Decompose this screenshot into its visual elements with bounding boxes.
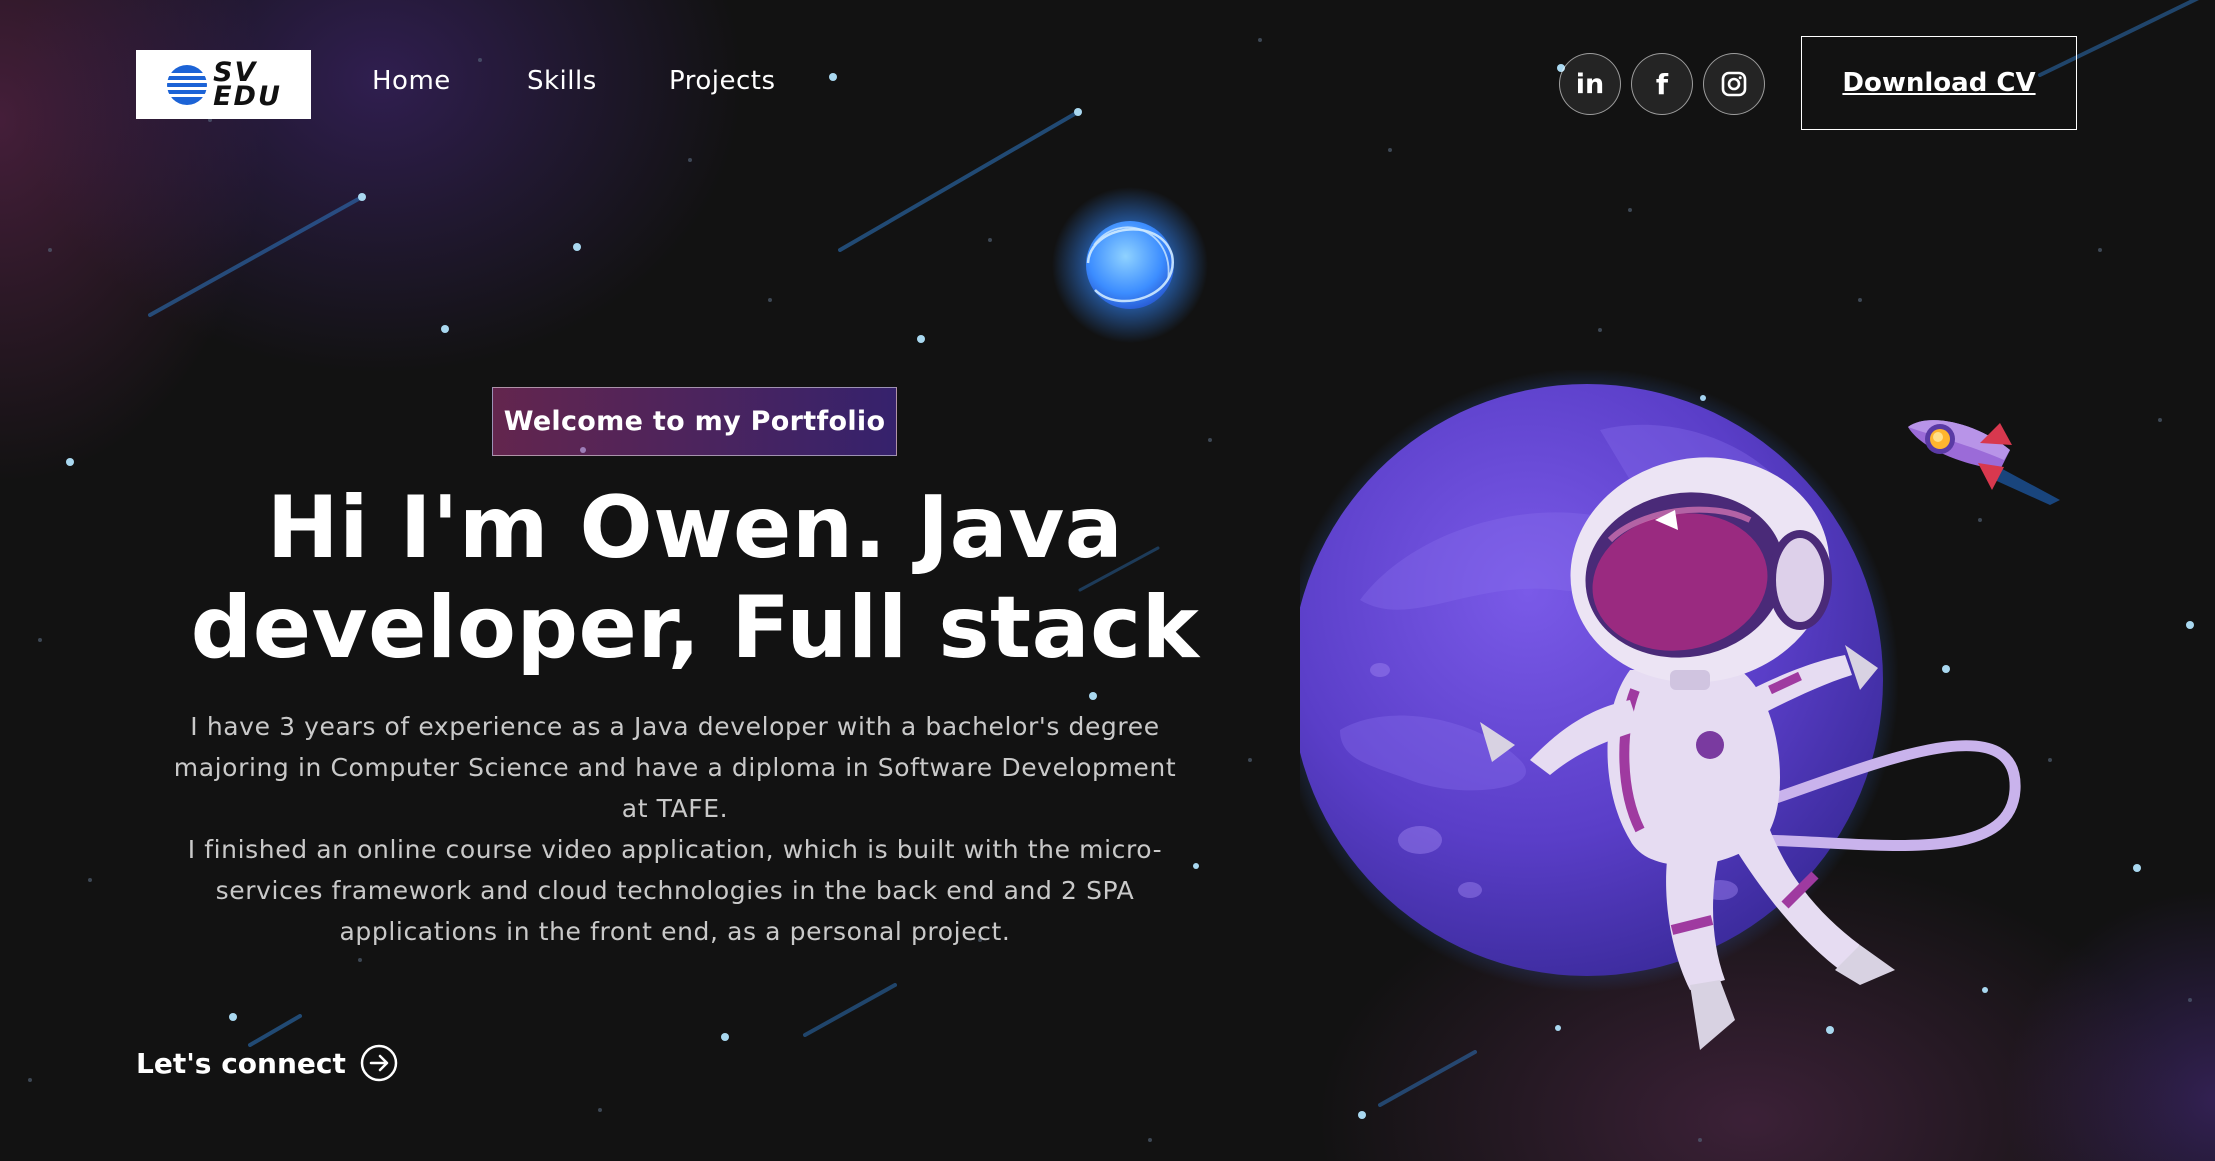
description-line: I finished an online course video applic… — [187, 835, 1163, 864]
facebook-button[interactable]: f — [1631, 53, 1693, 115]
linkedin-icon: in — [1575, 68, 1605, 100]
description-line: at TAFE. — [621, 794, 729, 823]
nav-skills-link[interactable]: Skills — [527, 66, 597, 96]
hero-description: I have 3 years of experience as a Java d… — [140, 706, 1210, 952]
linkedin-button[interactable]: in — [1559, 53, 1621, 115]
lets-connect-label: Let's connect — [136, 1046, 346, 1080]
nav-projects-link[interactable]: Projects — [669, 66, 776, 96]
meteor — [148, 195, 364, 317]
nav-home-link[interactable]: Home — [372, 66, 451, 96]
description-line: applications in the front end, as a pers… — [339, 917, 1011, 946]
logo-globe-icon — [166, 64, 209, 105]
facebook-icon: f — [1655, 67, 1669, 101]
download-cv-button[interactable]: Download CV — [1801, 36, 2077, 130]
arrow-right-circle-icon — [360, 1044, 398, 1082]
instagram-icon — [1721, 71, 1747, 97]
astronaut-illustration — [1300, 370, 2021, 1050]
glowing-planet-icon — [1052, 187, 1208, 343]
welcome-tagline: Welcome to my Portfolio — [492, 387, 897, 456]
headline-line-2: developer, Full stack — [190, 578, 1200, 678]
instagram-button[interactable] — [1703, 53, 1765, 115]
portfolio-page: SV EDU Home Skills Projects in f Downloa… — [0, 0, 2215, 1161]
description-line: services framework and cloud technologie… — [215, 876, 1135, 905]
headline-line-1: Hi I'm Owen. Java — [266, 478, 1124, 578]
logo-text-bottom: EDU — [213, 80, 282, 112]
lets-connect-button[interactable]: Let's connect — [136, 1044, 398, 1082]
meteor — [803, 983, 897, 1037]
description-line: I have 3 years of experience as a Java d… — [190, 712, 1160, 741]
logo[interactable]: SV EDU — [136, 50, 311, 119]
hero-headline: Hi I'm Owen. Java developer, Full stack — [140, 478, 1250, 678]
meteor — [248, 1014, 302, 1047]
description-line: majoring in Computer Science and have a … — [173, 753, 1177, 782]
meteor — [838, 110, 1080, 252]
